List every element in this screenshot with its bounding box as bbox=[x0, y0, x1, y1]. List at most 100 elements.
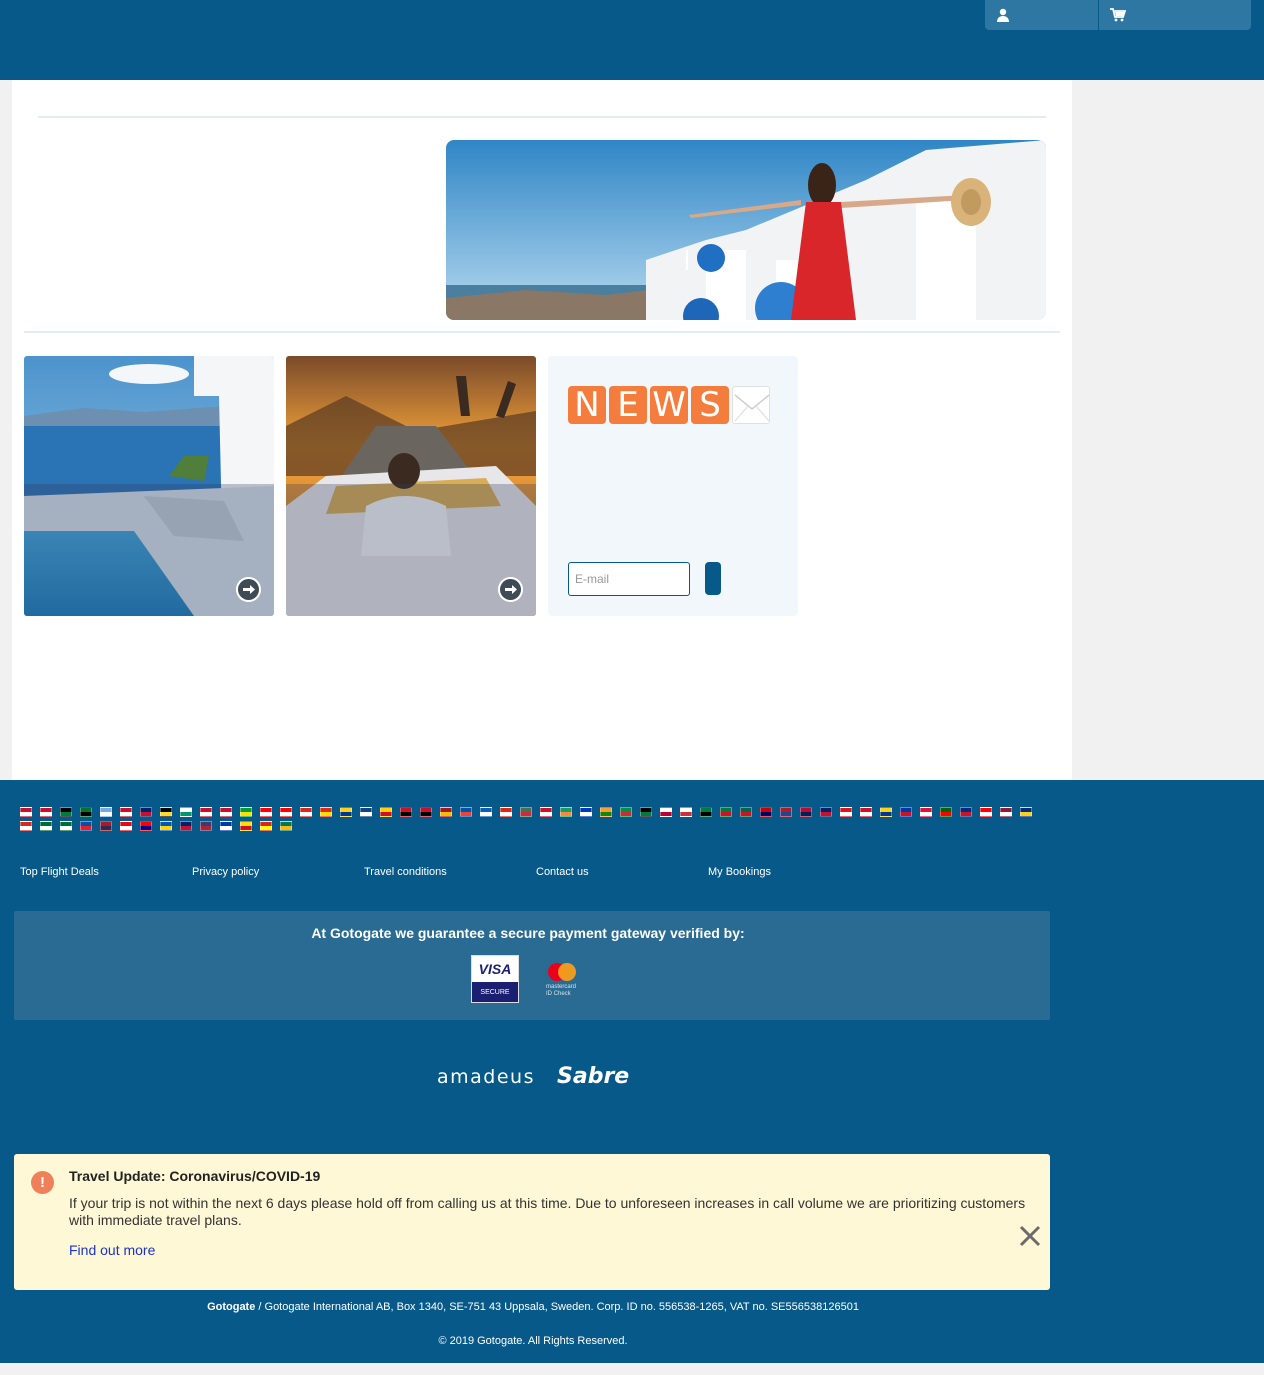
mastercard-line2: ID Check bbox=[546, 991, 571, 997]
country-flag-icon[interactable] bbox=[180, 821, 192, 831]
sabre-logo: Sabre bbox=[557, 1064, 630, 1089]
footer-link-my-bookings[interactable]: My Bookings bbox=[708, 866, 880, 878]
country-flag-icon[interactable] bbox=[560, 807, 572, 817]
country-flag-icon[interactable] bbox=[880, 807, 892, 817]
country-flag-icon[interactable] bbox=[420, 807, 432, 817]
country-flag-icon[interactable] bbox=[20, 821, 32, 831]
country-flag-icon[interactable] bbox=[100, 807, 112, 817]
footer-link-privacy-policy[interactable]: Privacy policy bbox=[192, 866, 364, 878]
close-notice-button[interactable] bbox=[1018, 1224, 1042, 1248]
country-flag-icon[interactable] bbox=[820, 807, 832, 817]
country-flag-icon[interactable] bbox=[520, 807, 532, 817]
country-flag-icon[interactable] bbox=[620, 807, 632, 817]
promo-card-roadtrip[interactable] bbox=[286, 356, 536, 616]
country-flag-icon[interactable] bbox=[280, 807, 292, 817]
visa-label: SECURE bbox=[472, 982, 518, 1002]
country-flag-icon[interactable] bbox=[380, 807, 392, 817]
footer-link-contact-us[interactable]: Contact us bbox=[536, 866, 708, 878]
footer-link-travel-conditions[interactable]: Travel conditions bbox=[364, 866, 536, 878]
country-flag-icon[interactable] bbox=[180, 807, 192, 817]
country-flag-icon[interactable] bbox=[360, 807, 372, 817]
country-flag-icon[interactable] bbox=[720, 807, 732, 817]
secure-payment-box: At Gotogate we guarantee a secure paymen… bbox=[14, 911, 1050, 1020]
user-icon bbox=[997, 8, 1009, 22]
country-flag-icon[interactable] bbox=[300, 807, 312, 817]
country-flag-icon[interactable] bbox=[220, 821, 232, 831]
country-flag-icon[interactable] bbox=[120, 807, 132, 817]
newsletter-box: N E W S bbox=[548, 356, 798, 616]
mastercard-line1: mastercard bbox=[546, 984, 577, 990]
covid-find-out-more-link[interactable]: Find out more bbox=[69, 1242, 155, 1258]
country-flag-icon[interactable] bbox=[940, 807, 952, 817]
country-flag-icon[interactable] bbox=[760, 807, 772, 817]
country-flag-icon[interactable] bbox=[900, 807, 912, 817]
country-flag-icon[interactable] bbox=[320, 807, 332, 817]
country-flag-icon[interactable] bbox=[800, 807, 812, 817]
visa-brand: VISA bbox=[478, 961, 512, 977]
country-flag-icon[interactable] bbox=[780, 807, 792, 817]
country-flag-icon[interactable] bbox=[60, 807, 72, 817]
country-flag-icon[interactable] bbox=[160, 807, 172, 817]
country-flag-icon[interactable] bbox=[640, 807, 652, 817]
country-flag-icon[interactable] bbox=[540, 807, 552, 817]
country-flag-icon[interactable] bbox=[840, 807, 852, 817]
cart-button[interactable] bbox=[1099, 0, 1251, 30]
account-button[interactable] bbox=[985, 0, 1099, 30]
country-flag-icon[interactable] bbox=[40, 821, 52, 831]
country-flag-icon[interactable] bbox=[120, 821, 132, 831]
country-flag-icon[interactable] bbox=[100, 821, 112, 831]
country-flag-icon[interactable] bbox=[240, 821, 252, 831]
country-flag-icon[interactable] bbox=[920, 807, 932, 817]
country-flag-icon[interactable] bbox=[280, 821, 292, 831]
country-flag-icon[interactable] bbox=[1020, 807, 1032, 817]
country-flag-icon[interactable] bbox=[260, 821, 272, 831]
country-flag-icon[interactable] bbox=[960, 807, 972, 817]
covid-notice: ! Travel Update: Coronavirus/COVID-19 If… bbox=[14, 1154, 1050, 1290]
country-flag-icon[interactable] bbox=[860, 807, 872, 817]
country-flag-icon[interactable] bbox=[140, 821, 152, 831]
country-flag-icon[interactable] bbox=[200, 807, 212, 817]
country-flag-icon[interactable] bbox=[20, 807, 32, 817]
country-flag-icon[interactable] bbox=[500, 807, 512, 817]
covid-notice-title: Travel Update: Coronavirus/COVID-19 bbox=[69, 1168, 321, 1184]
country-flag-icon[interactable] bbox=[600, 807, 612, 817]
country-flag-icon[interactable] bbox=[400, 807, 412, 817]
header-actions bbox=[985, 0, 1251, 30]
envelope-icon bbox=[732, 386, 770, 424]
country-flag-icon[interactable] bbox=[740, 807, 752, 817]
amadeus-logo: amadeus bbox=[437, 1065, 535, 1088]
country-flag-icon[interactable] bbox=[220, 807, 232, 817]
country-flag-icon[interactable] bbox=[140, 807, 152, 817]
country-flag-icon[interactable] bbox=[200, 821, 212, 831]
country-flag-icon[interactable] bbox=[80, 821, 92, 831]
card-arrow-button[interactable] bbox=[236, 577, 261, 602]
close-icon bbox=[1019, 1225, 1041, 1247]
promo-card-hotel[interactable] bbox=[24, 356, 274, 616]
footer-link-top-flight-deals[interactable]: Top Flight Deals bbox=[20, 866, 192, 878]
country-flag-icon[interactable] bbox=[40, 807, 52, 817]
country-flag-icon[interactable] bbox=[1000, 807, 1012, 817]
mastercard-id-check-badge: mastercard ID Check bbox=[546, 963, 584, 1003]
country-flag-icon[interactable] bbox=[680, 807, 692, 817]
newsletter-email-input[interactable] bbox=[568, 562, 690, 596]
country-flag-icon[interactable] bbox=[340, 807, 352, 817]
card-arrow-button[interactable] bbox=[498, 577, 523, 602]
divider bbox=[38, 116, 1046, 118]
hero-banner[interactable] bbox=[446, 140, 1046, 320]
cart-icon bbox=[1110, 8, 1126, 22]
country-flag-icon[interactable] bbox=[580, 807, 592, 817]
country-flag-icon[interactable] bbox=[460, 807, 472, 817]
country-flag-icon[interactable] bbox=[660, 807, 672, 817]
country-flag-icon[interactable] bbox=[980, 807, 992, 817]
country-flag-icon[interactable] bbox=[160, 821, 172, 831]
country-flag-icon[interactable] bbox=[480, 807, 492, 817]
country-flag-icon[interactable] bbox=[260, 807, 272, 817]
site-header bbox=[0, 0, 1264, 80]
country-flag-icon[interactable] bbox=[60, 821, 72, 831]
arrow-right-circle-icon bbox=[498, 577, 523, 602]
country-flag-icon[interactable] bbox=[440, 807, 452, 817]
country-flag-icon[interactable] bbox=[80, 807, 92, 817]
country-flag-icon[interactable] bbox=[240, 807, 252, 817]
newsletter-submit-button[interactable] bbox=[705, 562, 721, 595]
country-flag-icon[interactable] bbox=[700, 807, 712, 817]
